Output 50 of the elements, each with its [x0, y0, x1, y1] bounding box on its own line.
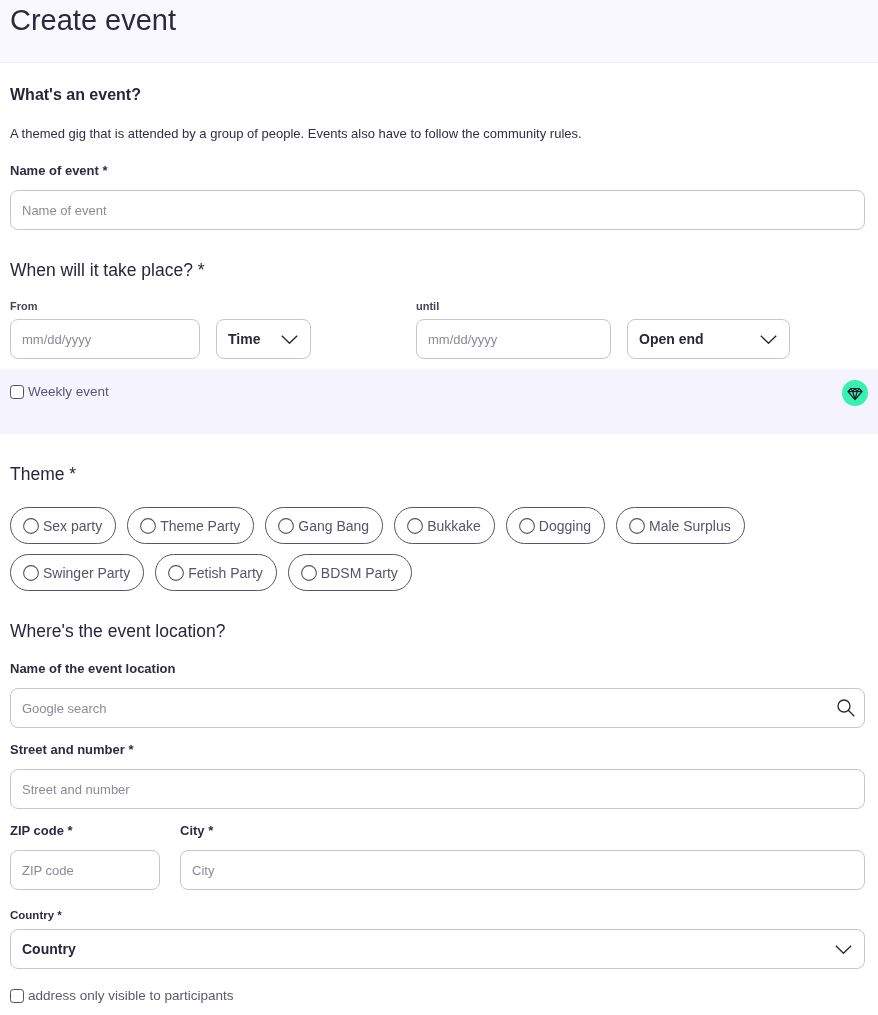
- date-input[interactable]: mm/dd/yyyy: [10, 319, 200, 359]
- theme-option[interactable]: Theme Party: [127, 507, 255, 544]
- field-label: ZIP code *: [10, 823, 73, 839]
- radio-button[interactable]: [629, 517, 645, 534]
- field-label: Name of the event location: [10, 661, 176, 677]
- location-search-field[interactable]: Google search: [10, 688, 865, 728]
- section-heading: Theme *: [10, 464, 77, 484]
- checkbox-label[interactable]: address only visible to participants: [28, 988, 234, 1004]
- radio-button[interactable]: [278, 517, 295, 534]
- field-label: Country *: [10, 909, 62, 922]
- theme-option[interactable]: Gang Bang: [265, 507, 384, 544]
- field-label: City *: [180, 823, 214, 839]
- radio-button[interactable]: [407, 517, 424, 534]
- theme-option[interactable]: Dogging: [505, 507, 605, 544]
- radio-button[interactable]: [140, 517, 157, 534]
- theme-option[interactable]: Bukkake: [394, 507, 495, 544]
- field-label: Name of event *: [10, 163, 108, 179]
- theme-option[interactable]: Swinger Party: [10, 554, 145, 591]
- country-select[interactable]: Country: [10, 929, 865, 969]
- date-input[interactable]: mm/dd/yyyy: [416, 319, 611, 359]
- section-heading: Where's the event location?: [10, 621, 226, 641]
- theme-option[interactable]: Fetish Party: [155, 554, 277, 591]
- page-title: Create event: [10, 3, 177, 35]
- radio-button[interactable]: [168, 564, 185, 581]
- radio-button[interactable]: [300, 564, 317, 581]
- chevron-down-icon: [835, 944, 852, 954]
- chevron-down-icon: [281, 334, 298, 344]
- field-label: Street and number *: [10, 742, 134, 758]
- section-heading: What's an event?: [10, 85, 141, 104]
- time-select[interactable]: Time: [216, 319, 311, 359]
- field-label: From: [10, 300, 38, 313]
- radio-button[interactable]: [518, 517, 535, 534]
- radio-button[interactable]: [23, 517, 39, 534]
- end-time-select[interactable]: Open end: [627, 319, 790, 359]
- theme-option[interactable]: Male Surplus: [616, 507, 745, 544]
- search-icon: [837, 699, 855, 717]
- theme-option[interactable]: Sex party: [10, 507, 117, 544]
- checkbox-label[interactable]: Weekly event: [28, 384, 109, 400]
- city-input[interactable]: City: [180, 850, 865, 890]
- zip-input[interactable]: ZIP code: [10, 850, 160, 890]
- description-text: A themed gig that is attended by a group of people. Events also have to follow the community rules.: [10, 126, 582, 142]
- weekly-checkbox[interactable]: [10, 385, 24, 399]
- field-label: until: [416, 300, 440, 313]
- section-heading: When will it take place? *: [10, 260, 205, 280]
- event-name-input[interactable]: Name of event: [10, 190, 865, 230]
- street-input[interactable]: Street and number: [10, 769, 865, 809]
- chevron-down-icon: [760, 334, 777, 344]
- address-privacy-checkbox[interactable]: [10, 989, 24, 1003]
- radio-button[interactable]: [23, 564, 39, 581]
- theme-option[interactable]: BDSM Party: [287, 554, 412, 591]
